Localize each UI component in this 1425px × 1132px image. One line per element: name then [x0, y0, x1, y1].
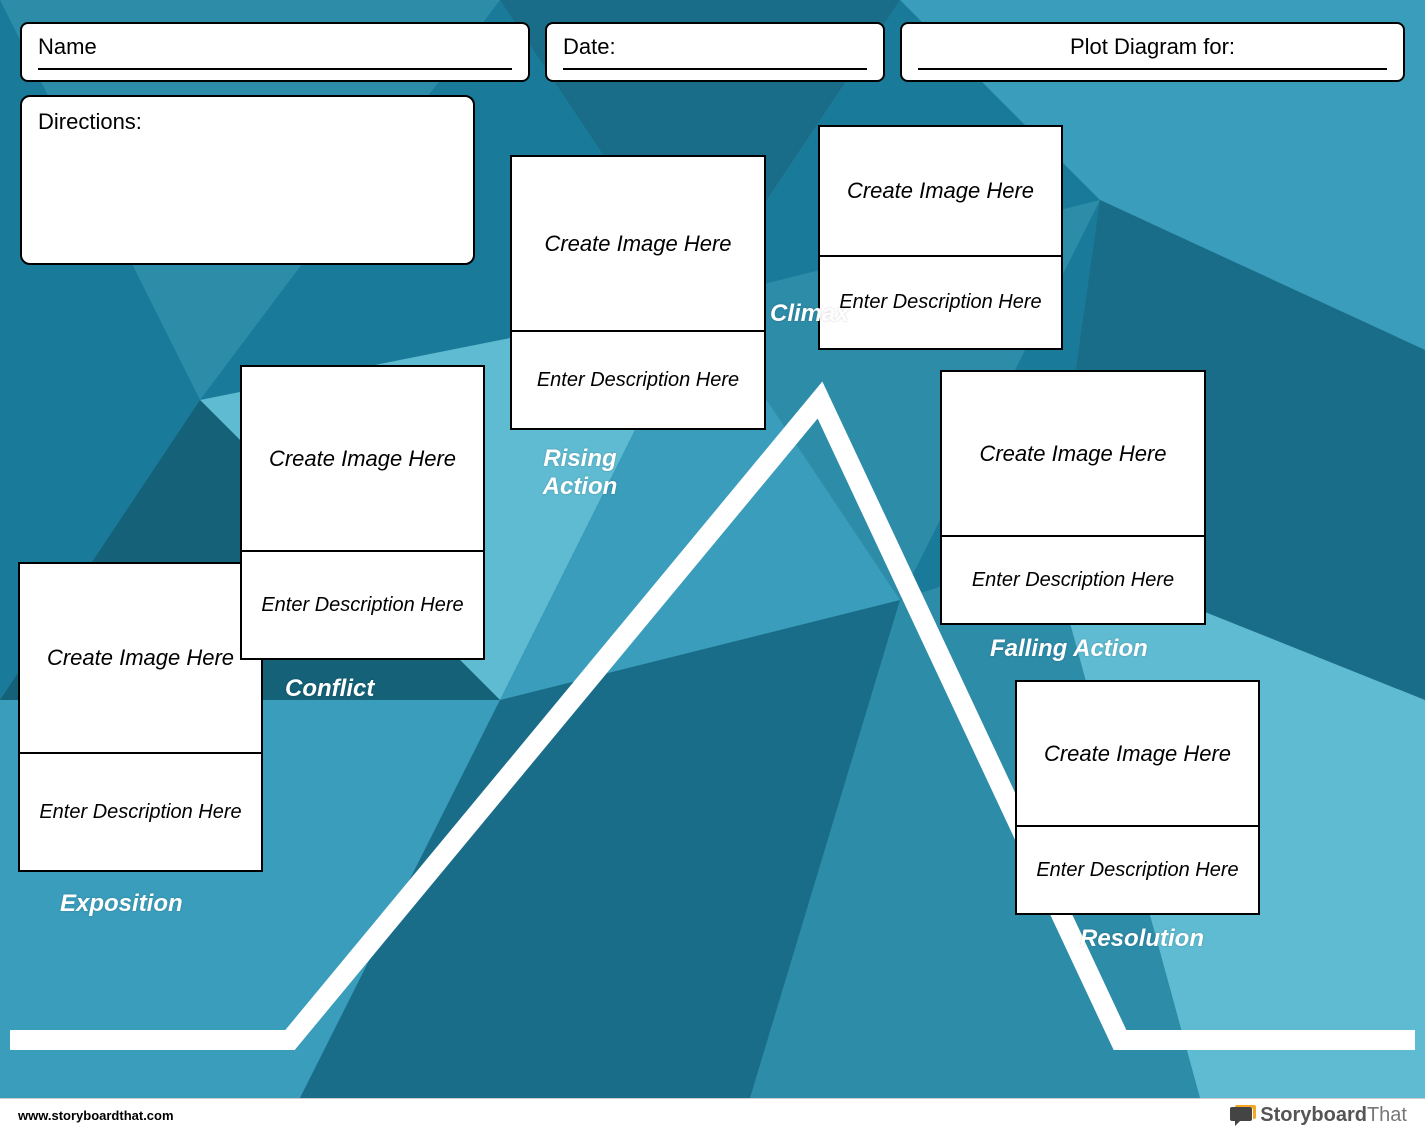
directions-box[interactable]: Directions: — [20, 95, 475, 265]
rising-action-card[interactable]: Create Image Here Enter Description Here — [510, 155, 766, 430]
climax-label: Climax — [770, 300, 849, 328]
falling-action-card[interactable]: Create Image Here Enter Description Here — [940, 370, 1206, 625]
conflict-image-area[interactable]: Create Image Here — [242, 367, 483, 552]
conflict-desc-area[interactable]: Enter Description Here — [242, 552, 483, 658]
footer-bar: www.storyboardthat.com StoryboardThat — [0, 1098, 1425, 1132]
falling-action-desc-area[interactable]: Enter Description Here — [942, 537, 1204, 623]
name-label: Name — [38, 34, 512, 60]
footer-url: www.storyboardthat.com — [18, 1108, 174, 1123]
resolution-label: Resolution — [1080, 925, 1204, 953]
name-underline — [38, 68, 512, 70]
title-field-box[interactable]: Plot Diagram for: — [900, 22, 1405, 82]
date-field-box[interactable]: Date: — [545, 22, 885, 82]
speech-bubble-icon — [1230, 1105, 1256, 1127]
falling-action-label: Falling Action — [990, 635, 1148, 663]
rising-action-label: Rising Action — [535, 445, 625, 501]
rising-action-desc-area[interactable]: Enter Description Here — [512, 332, 764, 428]
climax-image-area[interactable]: Create Image Here — [820, 127, 1061, 257]
exposition-desc-area[interactable]: Enter Description Here — [20, 754, 261, 870]
conflict-card[interactable]: Create Image Here Enter Description Here — [240, 365, 485, 660]
rising-action-image-area[interactable]: Create Image Here — [512, 157, 764, 332]
date-underline — [563, 68, 867, 70]
resolution-image-area[interactable]: Create Image Here — [1017, 682, 1258, 827]
climax-desc-area[interactable]: Enter Description Here — [820, 257, 1061, 348]
storyboardthat-logo: StoryboardThat — [1230, 1104, 1407, 1127]
exposition-image-area[interactable]: Create Image Here — [20, 564, 261, 754]
exposition-label: Exposition — [60, 890, 183, 918]
conflict-label: Conflict — [285, 675, 374, 703]
date-label: Date: — [563, 34, 867, 60]
resolution-card[interactable]: Create Image Here Enter Description Here — [1015, 680, 1260, 915]
logo-text-bold: Storyboard — [1260, 1104, 1367, 1126]
title-underline — [918, 68, 1387, 70]
name-field-box[interactable]: Name — [20, 22, 530, 82]
worksheet-canvas: Name Date: Plot Diagram for: Directions:… — [0, 0, 1425, 1098]
exposition-card[interactable]: Create Image Here Enter Description Here — [18, 562, 263, 872]
title-label: Plot Diagram for: — [1070, 34, 1235, 60]
resolution-desc-area[interactable]: Enter Description Here — [1017, 827, 1258, 913]
falling-action-image-area[interactable]: Create Image Here — [942, 372, 1204, 537]
logo-text-light: That — [1367, 1104, 1407, 1126]
climax-card[interactable]: Create Image Here Enter Description Here — [818, 125, 1063, 350]
directions-label: Directions: — [38, 109, 142, 134]
